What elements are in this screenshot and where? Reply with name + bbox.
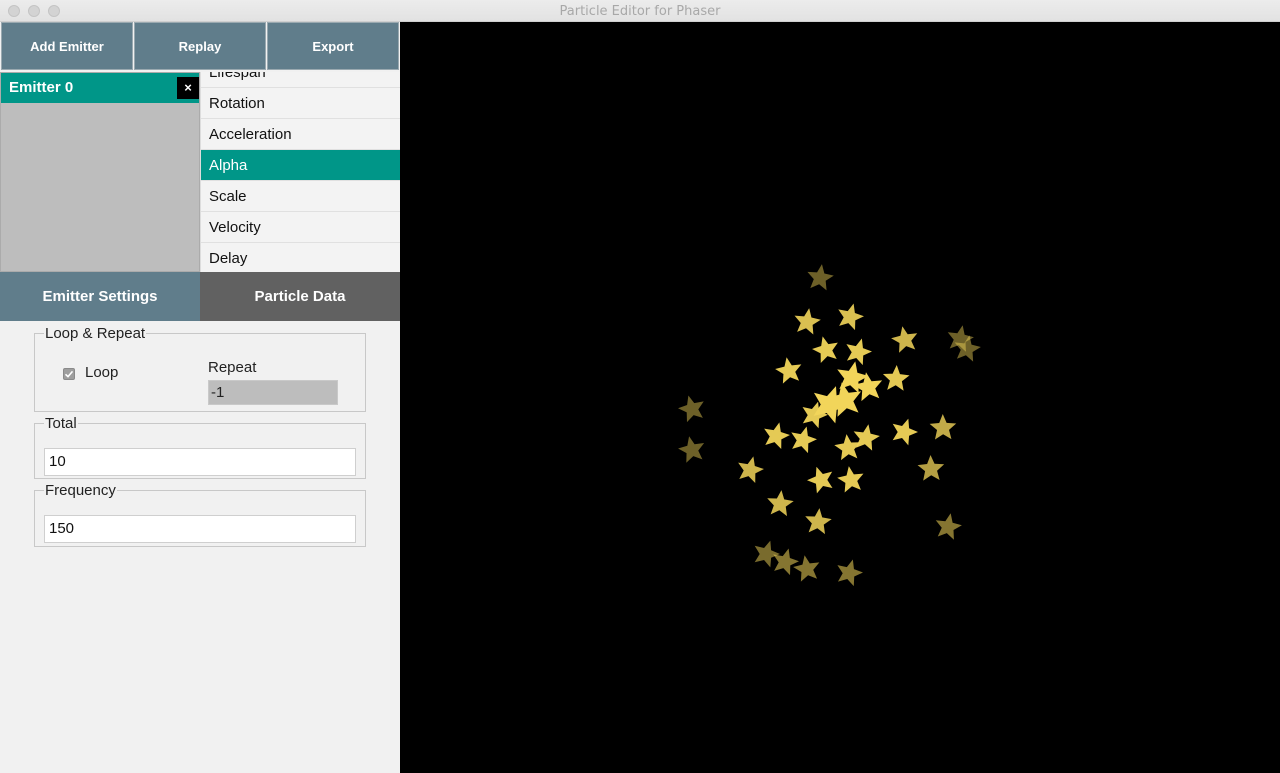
window-title: Particle Editor for Phaser bbox=[559, 4, 721, 19]
star-icon bbox=[837, 559, 863, 587]
star-icon bbox=[678, 395, 704, 423]
add-emitter-button[interactable]: Add Emitter bbox=[1, 22, 133, 70]
star-icon bbox=[935, 513, 962, 540]
remove-emitter-button[interactable]: × bbox=[177, 77, 199, 99]
frequency-legend: Frequency bbox=[45, 482, 116, 499]
toolbar: Add Emitter Replay Export bbox=[0, 22, 400, 72]
editor-panel: Add Emitter Replay Export Emitter 0 × Li… bbox=[0, 22, 400, 773]
property-item-velocity[interactable]: Velocity bbox=[201, 212, 400, 243]
star-icon bbox=[917, 455, 945, 481]
loop-checkbox[interactable] bbox=[63, 368, 75, 380]
star-icon bbox=[807, 466, 833, 494]
total-input[interactable]: 10 bbox=[44, 448, 356, 476]
star-icon bbox=[837, 466, 864, 493]
star-icon bbox=[826, 382, 861, 417]
loop-repeat-group: Loop & Repeat Loop Repeat -1 bbox=[34, 325, 366, 412]
star-icon bbox=[793, 555, 820, 582]
star-icon bbox=[794, 308, 821, 335]
emitter-list: Emitter 0 × bbox=[0, 72, 200, 272]
replay-button[interactable]: Replay bbox=[134, 22, 266, 70]
total-group: Total 10 bbox=[34, 415, 366, 479]
window-title-bar: Particle Editor for Phaser bbox=[0, 0, 1280, 22]
star-icon bbox=[805, 508, 832, 535]
star-icon bbox=[775, 357, 802, 384]
tab-particle-data[interactable]: Particle Data bbox=[200, 272, 400, 321]
star-icon bbox=[738, 456, 764, 483]
loop-repeat-legend: Loop & Repeat bbox=[45, 325, 146, 342]
star-icon bbox=[767, 490, 794, 517]
emitter-name: Emitter 0 bbox=[9, 79, 74, 96]
property-item-alpha[interactable]: Alpha bbox=[201, 150, 400, 181]
property-item-delay[interactable]: Delay bbox=[201, 243, 400, 272]
panel-tabs: Emitter Settings Particle Data bbox=[0, 272, 400, 321]
star-icon bbox=[929, 414, 957, 440]
property-item-scale[interactable]: Scale bbox=[201, 181, 400, 212]
star-icon bbox=[891, 326, 918, 353]
repeat-label: Repeat bbox=[208, 359, 257, 376]
star-icon bbox=[882, 365, 910, 391]
star-icon bbox=[838, 303, 864, 331]
frequency-group: Frequency 150 bbox=[34, 482, 366, 547]
property-list[interactable]: Lifespan Rotation Acceleration Alpha Sca… bbox=[200, 72, 400, 272]
star-icon bbox=[892, 418, 918, 446]
particle-preview-canvas[interactable] bbox=[400, 22, 1280, 773]
star-icon bbox=[678, 436, 705, 463]
star-icon bbox=[853, 424, 880, 451]
repeat-input[interactable]: -1 bbox=[208, 380, 338, 405]
frequency-input[interactable]: 150 bbox=[44, 515, 356, 543]
emitter-item[interactable]: Emitter 0 × bbox=[1, 73, 199, 103]
property-item-acceleration[interactable]: Acceleration bbox=[201, 119, 400, 150]
star-icon bbox=[807, 264, 834, 291]
loop-label: Loop bbox=[85, 364, 119, 381]
tab-emitter-settings[interactable]: Emitter Settings bbox=[0, 272, 200, 321]
check-icon bbox=[64, 370, 74, 378]
star-icon bbox=[954, 335, 981, 362]
property-item-lifespan[interactable]: Lifespan bbox=[201, 72, 400, 88]
export-button[interactable]: Export bbox=[267, 22, 399, 70]
property-item-rotation[interactable]: Rotation bbox=[201, 88, 400, 119]
total-legend: Total bbox=[45, 415, 77, 432]
